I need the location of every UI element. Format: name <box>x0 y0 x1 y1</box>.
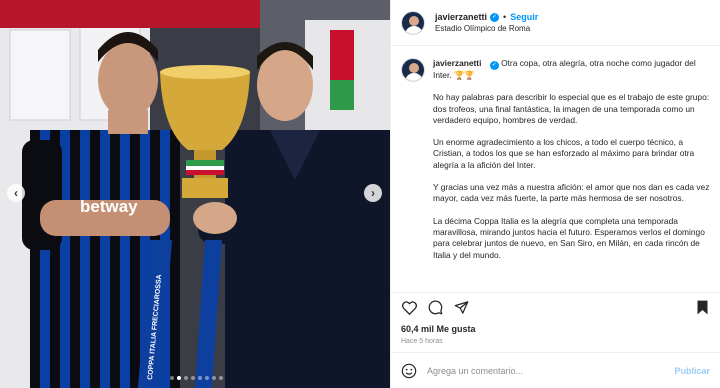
post-header: javierzanetti ✓ • Seguir Estadio Olímpic… <box>391 0 720 46</box>
comment-bar: Publicar <box>391 352 720 388</box>
follow-button[interactable]: Seguir <box>510 12 538 22</box>
author-username[interactable]: javierzanetti <box>435 12 487 22</box>
like-button[interactable] <box>401 300 417 316</box>
comment-icon <box>428 300 442 315</box>
chevron-right-icon: › <box>371 186 375 200</box>
caption-username[interactable]: javierzanetti <box>433 58 481 68</box>
emoji-icon <box>401 363 417 378</box>
caption-paragraph: Y gracias una vez más a nuestra afición:… <box>433 182 710 204</box>
caption-avatar[interactable] <box>401 58 425 82</box>
slide-dot <box>212 376 216 380</box>
slide-dot <box>191 376 195 380</box>
comment-input[interactable] <box>427 365 675 376</box>
send-icon <box>454 301 468 314</box>
slide-dot-active <box>177 376 181 380</box>
share-button[interactable] <box>453 300 469 316</box>
caption-paragraph: La décima Coppa Italia es la alegría que… <box>433 215 705 260</box>
photo-scene: betway COPPA ITALIA FRECCIAROSSA <box>0 0 390 388</box>
post-timestamp[interactable]: Hace 5 horas <box>391 336 720 352</box>
save-button[interactable] <box>694 300 710 316</box>
next-slide-button[interactable]: › <box>364 184 382 202</box>
slide-dot <box>219 376 223 380</box>
caption-paragraph: No hay palabras para describir lo especi… <box>433 92 710 125</box>
emoji-button[interactable] <box>401 363 417 379</box>
separator-dot: • <box>503 12 507 22</box>
slide-indicator <box>170 376 223 380</box>
verified-badge-icon: ✓ <box>490 12 500 22</box>
action-bar <box>391 292 720 322</box>
caption-scroll-area[interactable]: javierzanetti ✓ Otra copa, otra alegría,… <box>391 46 720 292</box>
bookmark-icon <box>697 300 707 315</box>
location-link[interactable]: Estadio Olímpico de Roma <box>435 24 538 33</box>
chevron-left-icon: ‹ <box>14 186 18 200</box>
heart-icon <box>401 300 417 315</box>
post-photo[interactable]: betway COPPA ITALIA FRECCIAROSSA ‹ › <box>0 0 390 388</box>
avatar[interactable] <box>401 10 425 35</box>
previous-slide-button[interactable]: ‹ <box>7 184 25 202</box>
jersey-sponsor-text: betway <box>80 197 138 216</box>
slide-dot <box>205 376 209 380</box>
caption-body: javierzanetti ✓ Otra copa, otra alegría,… <box>433 58 710 272</box>
caption-row: javierzanetti ✓ Otra copa, otra alegría,… <box>401 58 710 272</box>
slide-dot <box>184 376 188 380</box>
likes-count[interactable]: 60,4 mil Me gusta <box>391 322 720 336</box>
comment-button[interactable] <box>427 300 443 316</box>
post-details-panel: javierzanetti ✓ • Seguir Estadio Olímpic… <box>390 0 720 388</box>
slide-dot <box>198 376 202 380</box>
caption-paragraph: Un enorme agradecimiento a los chicos, a… <box>433 137 695 170</box>
verified-badge-icon: ✓ <box>489 61 499 70</box>
publish-button[interactable]: Publicar <box>674 366 710 376</box>
header-text: javierzanetti ✓ • Seguir Estadio Olímpic… <box>435 12 538 33</box>
instagram-post: betway COPPA ITALIA FRECCIAROSSA ‹ › jav… <box>0 0 720 388</box>
slide-dot <box>170 376 174 380</box>
header-row: javierzanetti ✓ • Seguir <box>435 12 538 22</box>
caption-paragraph: javierzanetti ✓ Otra copa, otra alegría,… <box>433 58 710 81</box>
